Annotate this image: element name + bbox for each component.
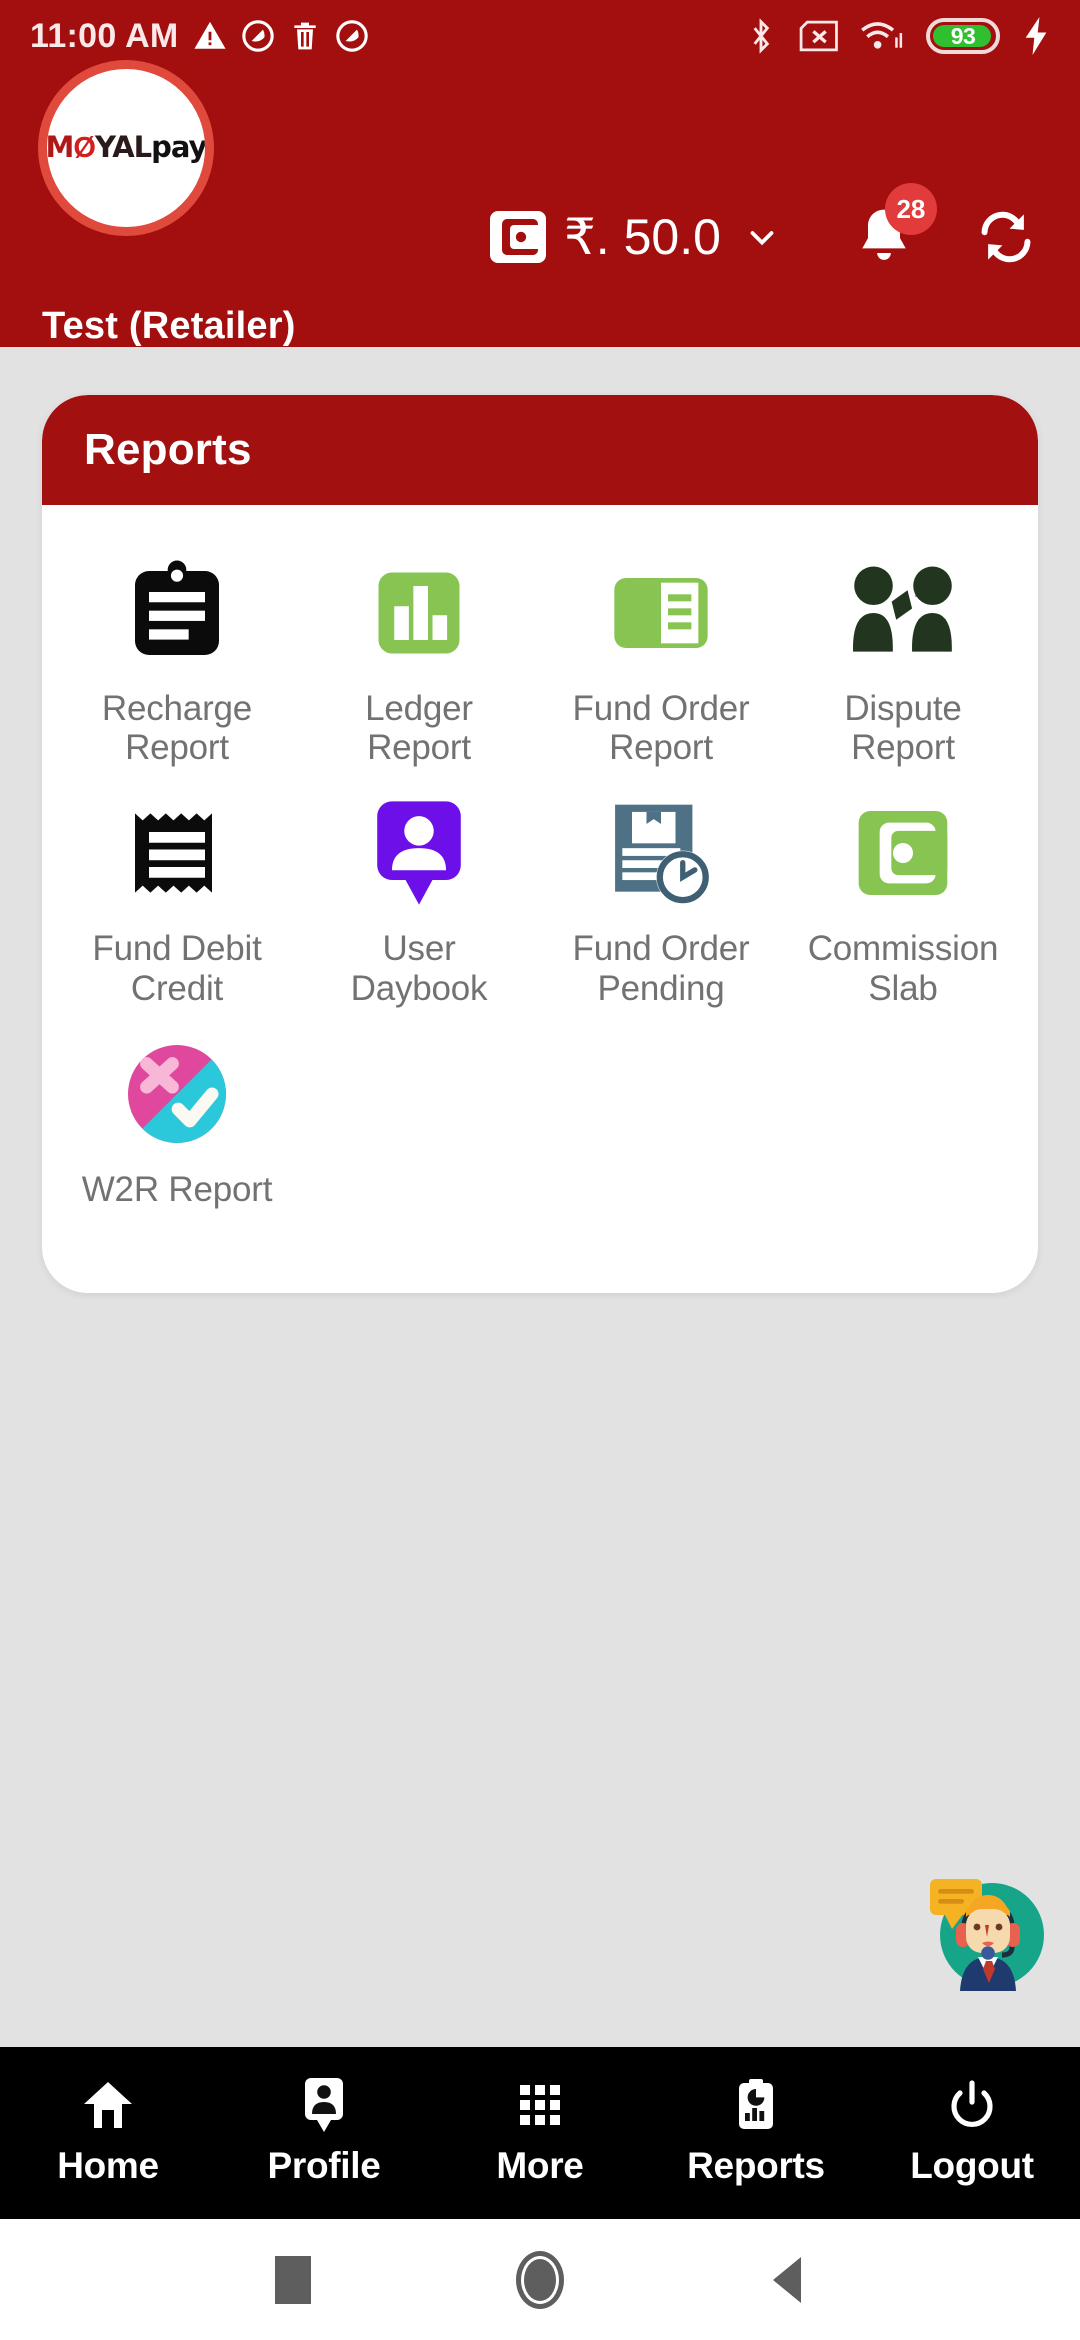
refresh-button[interactable]: [975, 206, 1037, 268]
back-triangle-icon[interactable]: [752, 2245, 822, 2315]
do-not-disturb-icon: [335, 19, 369, 53]
logo-pay: pay: [151, 130, 207, 164]
bottom-navigation: Home Profile More Reports Logout: [0, 2047, 1080, 2219]
reports-grid: Recharge Report Ledger Report Fund Order…: [42, 505, 1038, 1293]
main-content: Reports Recharge Report Ledger Report Fu…: [0, 347, 1080, 2047]
status-bar-right: 93: [746, 17, 1050, 55]
tile-fund-debit-credit[interactable]: Fund Debit Credit: [56, 787, 298, 1013]
do-not-disturb-icon: [241, 19, 275, 53]
nav-item-profile[interactable]: Profile: [216, 2047, 432, 2219]
home-circle-icon[interactable]: [505, 2245, 575, 2315]
status-bar: 11:00 AM 93: [0, 0, 1080, 72]
nav-label: More: [496, 2145, 584, 2186]
tile-label: Recharge Report: [101, 689, 253, 768]
tile-label: Ledger Report: [365, 689, 473, 768]
notifications-button[interactable]: 28: [853, 183, 937, 269]
tile-label: User Daybook: [350, 929, 488, 1008]
document-clock-icon: [601, 793, 721, 913]
nav-item-reports[interactable]: Reports: [648, 2047, 864, 2219]
tile-label: Fund Order Report: [572, 689, 750, 768]
logo-o: Ø: [73, 132, 96, 164]
trash-icon: [289, 20, 321, 52]
power-icon: [949, 2079, 995, 2131]
document-green-icon: [601, 553, 721, 673]
nav-item-more[interactable]: More: [432, 2047, 648, 2219]
wallet-icon: [490, 211, 546, 263]
app-logo-text: MØYALpay: [45, 130, 207, 164]
header-actions: ₹. 50.0 28: [490, 183, 1052, 282]
profile-badge-icon: [303, 2078, 345, 2132]
tile-label: W2R Report: [81, 1169, 273, 1209]
nav-label: Profile: [267, 2145, 381, 2186]
app-header: MØYALpay ₹. 50.0 28 Test (Retailer): [0, 60, 1080, 347]
tile-fund-order-report[interactable]: Fund Order Report: [540, 547, 782, 773]
home-icon: [82, 2079, 134, 2131]
android-navigation-bar: [0, 2219, 1080, 2340]
support-chat-button[interactable]: [924, 1867, 1052, 1995]
tile-ledger-report[interactable]: Ledger Report: [298, 547, 540, 773]
cross-check-circle-icon: [117, 1034, 237, 1154]
tile-commission-slab[interactable]: Commission Slab: [782, 787, 1024, 1013]
receipt-icon: [117, 793, 237, 913]
nav-item-home[interactable]: Home: [0, 2047, 216, 2219]
bluetooth-icon: [746, 17, 776, 55]
tile-user-daybook[interactable]: User Daybook: [298, 787, 540, 1013]
username-label: Test (Retailer): [42, 305, 296, 347]
battery-percent-label: 93: [950, 22, 976, 49]
nav-label: Logout: [910, 2145, 1034, 2186]
phone-screen: 11:00 AM 93 MØYALpay ₹. 50.0 28 Test (Re…: [0, 0, 1080, 2340]
tile-label: Fund Order Pending: [572, 929, 750, 1008]
tile-w2r-report[interactable]: W2R Report: [56, 1028, 298, 1215]
recents-square-icon[interactable]: [258, 2245, 328, 2315]
logo-mo: M: [45, 130, 74, 164]
nav-item-logout[interactable]: Logout: [864, 2047, 1080, 2219]
nav-label: Reports: [687, 2145, 825, 2186]
tile-recharge-report[interactable]: Recharge Report: [56, 547, 298, 773]
page-title: Reports: [84, 425, 252, 474]
two-people-arguing-icon: [843, 553, 963, 673]
battery-icon: 93: [926, 18, 1000, 54]
app-logo[interactable]: MØYALpay: [38, 60, 214, 236]
tile-label: Fund Debit Credit: [92, 929, 262, 1008]
wallet-green-icon: [843, 793, 963, 913]
status-bar-left: 11:00 AM: [30, 19, 369, 53]
sim-card-off-icon: [798, 20, 838, 52]
bar-chart-icon: [359, 553, 479, 673]
clipboard-chart-icon: [735, 2079, 777, 2131]
charging-bolt-icon: [1022, 17, 1050, 55]
clipboard-lines-icon: [117, 553, 237, 673]
warning-triangle-icon: [193, 19, 227, 53]
grid-dots-icon: [516, 2079, 564, 2131]
tile-label: Dispute Report: [844, 689, 962, 768]
chevron-down-icon[interactable]: [743, 218, 781, 256]
wifi-icon: [860, 19, 904, 53]
status-bar-clock: 11:00 AM: [30, 17, 179, 55]
wallet-balance[interactable]: ₹. 50.0: [564, 208, 721, 266]
nav-label: Home: [57, 2145, 159, 2186]
reports-card: Reports Recharge Report Ledger Report Fu…: [42, 395, 1038, 1293]
logo-yal: YAL: [94, 130, 152, 164]
tile-dispute-report[interactable]: Dispute Report: [782, 547, 1024, 773]
tile-label: Commission Slab: [807, 929, 999, 1008]
user-pin-icon: [359, 793, 479, 913]
reports-card-header: Reports: [42, 395, 1038, 505]
notification-badge: 28: [884, 183, 937, 235]
tile-fund-order-pending[interactable]: Fund Order Pending: [540, 787, 782, 1013]
